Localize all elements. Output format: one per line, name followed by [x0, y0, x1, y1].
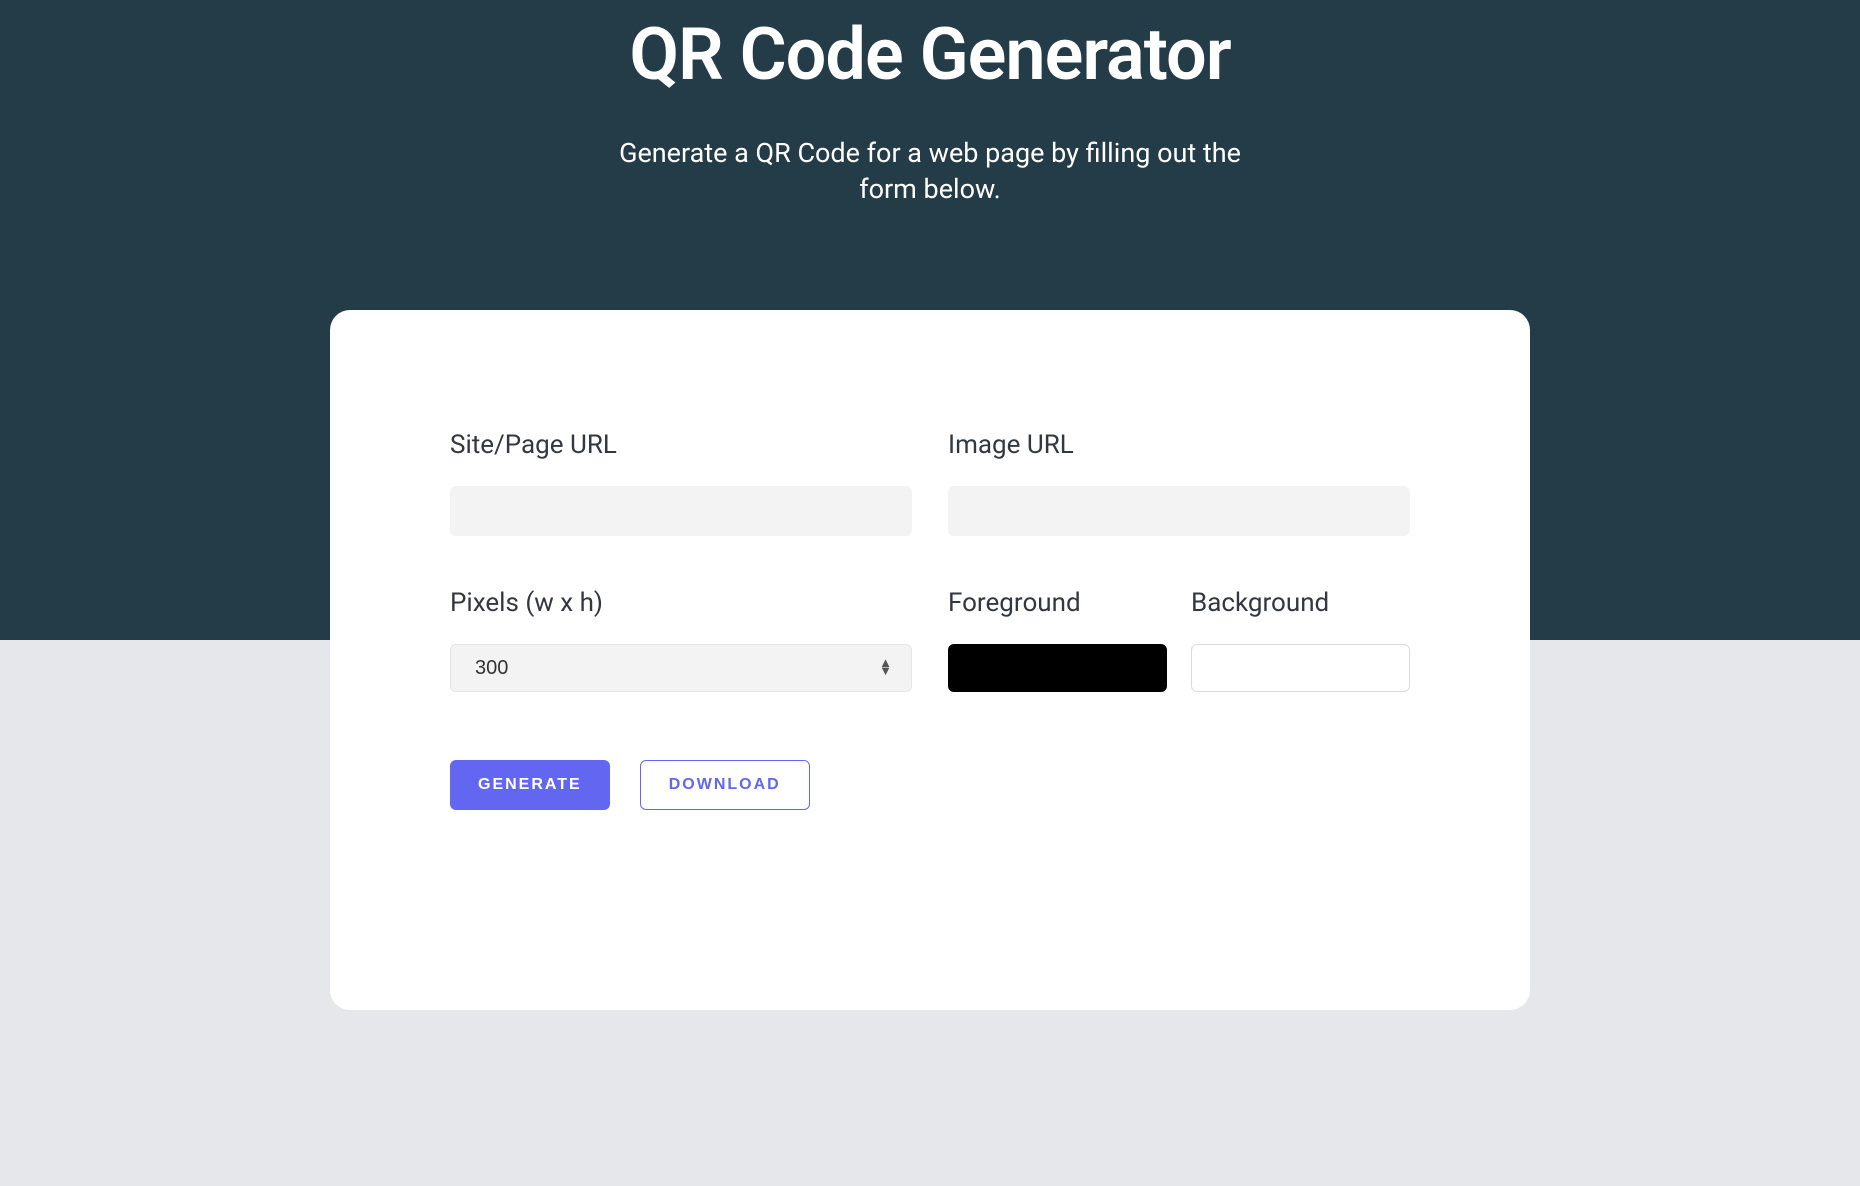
- page-title: QR Code Generator: [0, 12, 1860, 97]
- foreground-field: Foreground: [948, 588, 1167, 692]
- button-row: GENERATE DOWNLOAD: [450, 760, 1410, 810]
- color-fields: Foreground Background: [948, 588, 1410, 692]
- site-url-field: Site/Page URL: [450, 430, 912, 536]
- foreground-color-input[interactable]: [948, 644, 1167, 692]
- background-color-input[interactable]: [1191, 644, 1410, 692]
- image-url-field: Image URL: [948, 430, 1410, 536]
- pixels-label: Pixels (w x h): [450, 588, 912, 618]
- background-field: Background: [1191, 588, 1410, 692]
- pixels-field: Pixels (w x h) 300 ▲▼: [450, 588, 912, 692]
- image-url-label: Image URL: [948, 430, 1410, 460]
- download-button[interactable]: DOWNLOAD: [640, 760, 810, 810]
- image-url-input[interactable]: [948, 486, 1410, 536]
- generator-card: Site/Page URL Image URL Pixels (w x h) 3…: [330, 310, 1530, 1010]
- foreground-label: Foreground: [948, 588, 1167, 618]
- generate-button[interactable]: GENERATE: [450, 760, 610, 810]
- pixels-select[interactable]: 300: [450, 644, 912, 692]
- background-label: Background: [1191, 588, 1410, 618]
- site-url-label: Site/Page URL: [450, 430, 912, 460]
- page-subtitle: Generate a QR Code for a web page by fil…: [610, 135, 1250, 208]
- site-url-input[interactable]: [450, 486, 912, 536]
